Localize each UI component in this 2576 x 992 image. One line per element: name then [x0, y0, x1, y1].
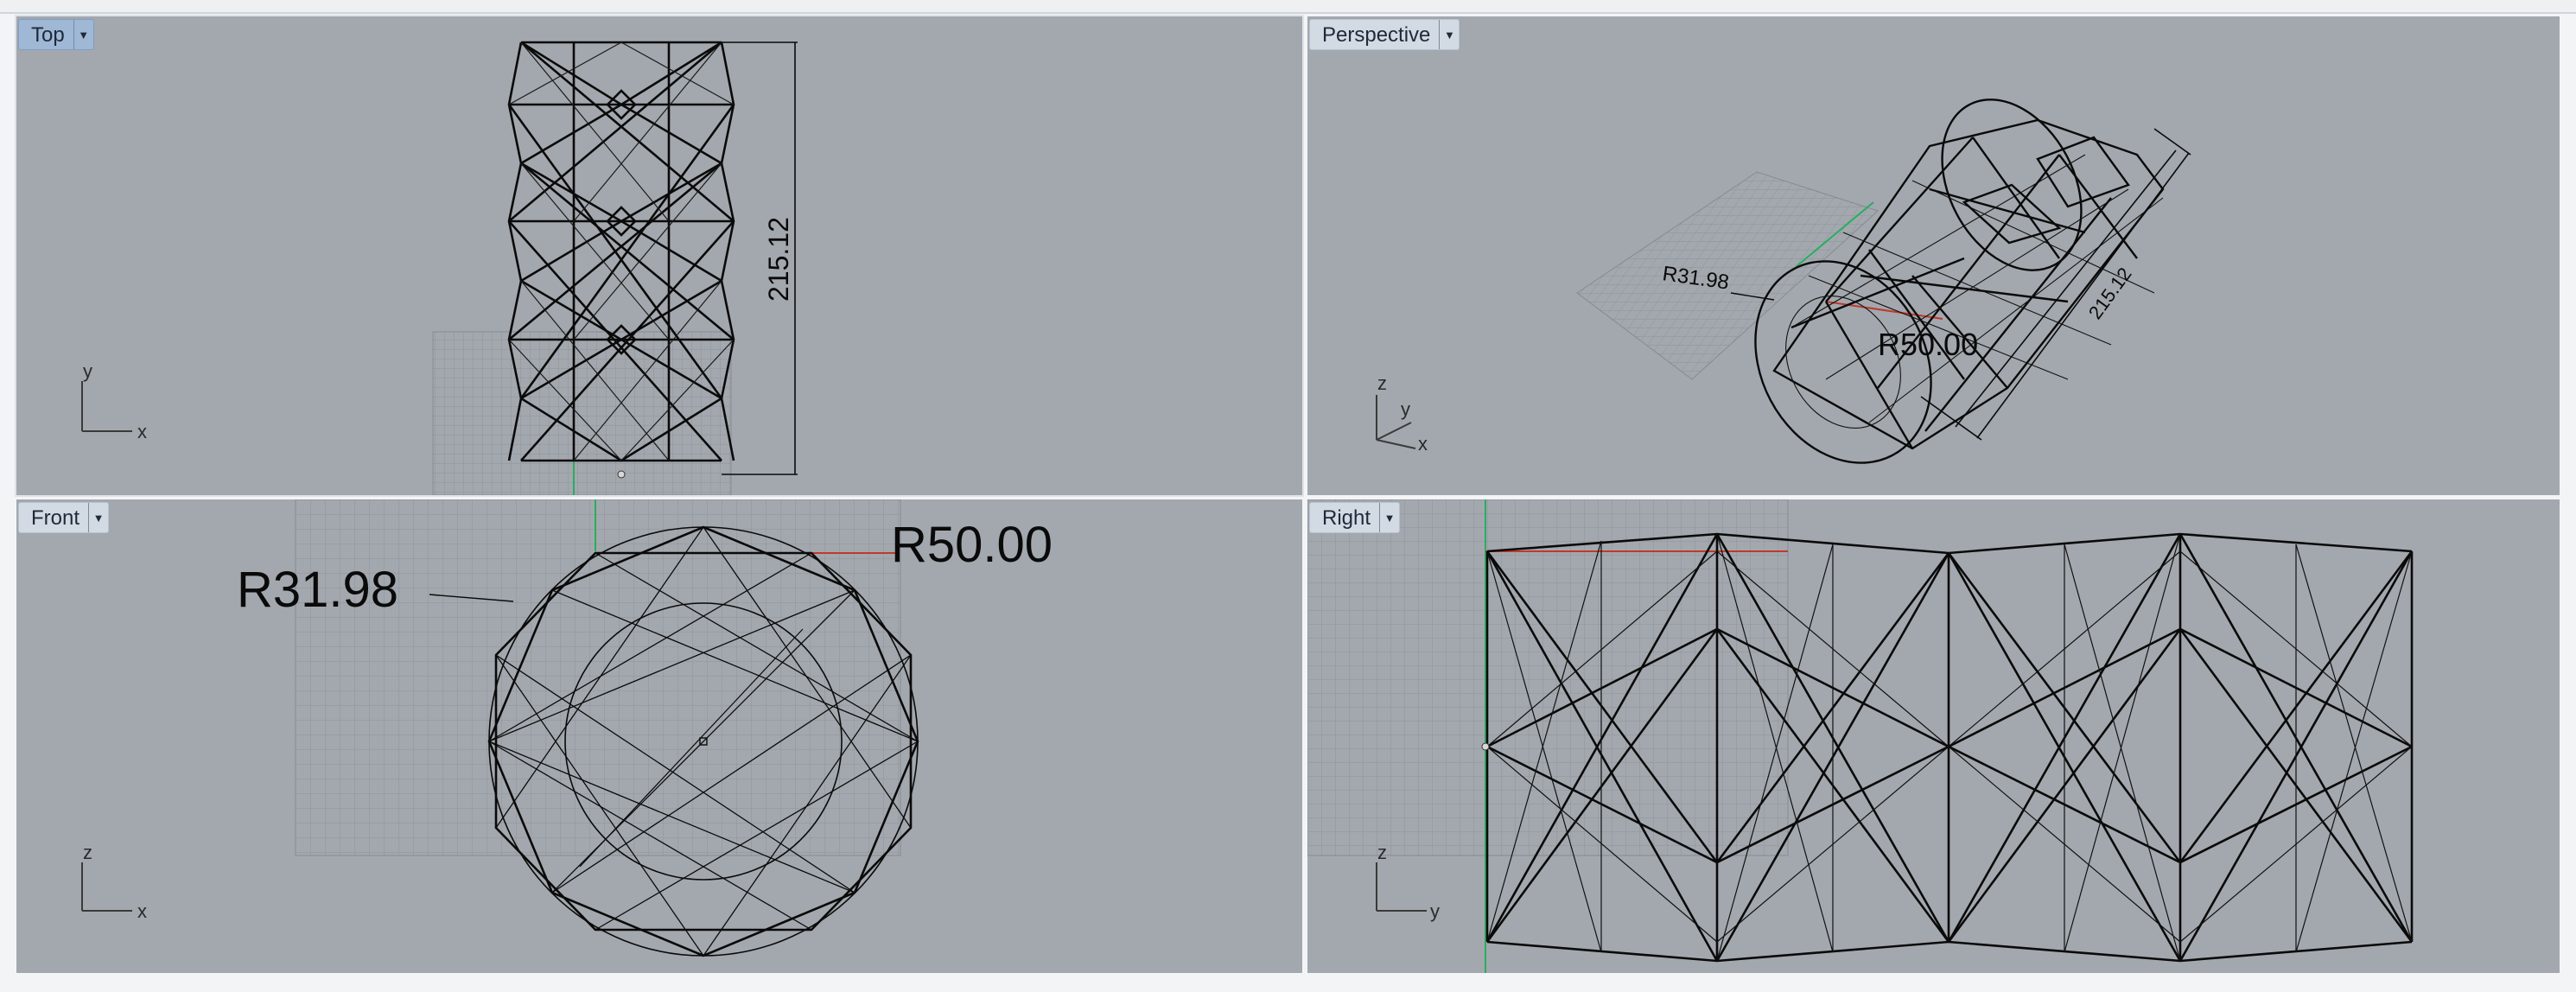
- inner-radius-label: R31.98: [237, 562, 398, 618]
- chevron-down-icon[interactable]: ▼: [1439, 20, 1459, 49]
- chevron-down-icon[interactable]: ▼: [73, 20, 93, 49]
- tab-top-label: Top: [31, 23, 65, 47]
- axis-label-z: z: [83, 842, 92, 863]
- tab-perspective-label: Perspective: [1322, 23, 1431, 47]
- axis-label-z: z: [1377, 372, 1387, 394]
- axis-widget-right: [1376, 862, 1427, 912]
- chevron-down-icon[interactable]: ▼: [88, 503, 108, 532]
- tab-top[interactable]: Top ▼: [18, 19, 94, 50]
- axis-label-x: x: [137, 900, 147, 922]
- axis-label-y: y: [1401, 398, 1410, 420]
- origin-marker: [617, 470, 626, 479]
- chevron-down-icon[interactable]: ▼: [1379, 503, 1399, 532]
- axis-label-x: x: [137, 421, 147, 442]
- axis-label-y: y: [83, 360, 92, 382]
- origin-marker: [1481, 742, 1490, 751]
- top-canvas[interactable]: 215.12 y x: [16, 16, 1302, 495]
- tab-front-label: Front: [31, 506, 80, 530]
- axis-widget-top: [81, 381, 132, 432]
- tab-perspective[interactable]: Perspective ▼: [1309, 19, 1460, 50]
- axis-label-z: z: [1377, 842, 1387, 863]
- axis-label-y: y: [1430, 900, 1440, 922]
- axis-widget-front: [81, 862, 132, 912]
- perspective-outer-radius-label: R50.00: [1878, 327, 1978, 362]
- x-axis-line: [1825, 301, 1943, 320]
- tab-right[interactable]: Right ▼: [1309, 502, 1401, 533]
- tab-right-label: Right: [1322, 506, 1371, 530]
- viewport-front[interactable]: R50.00 R31.98 z x Front ▼: [16, 499, 1302, 973]
- perspective-dimension-line: [1920, 128, 2191, 441]
- tab-front[interactable]: Front ▼: [18, 502, 110, 533]
- axis-label-x: x: [1418, 433, 1428, 455]
- perspective-canvas[interactable]: R31.98 R50.00 215.12 z y x: [1307, 16, 2560, 495]
- dimension-215-text: 215.12: [763, 217, 794, 302]
- construction-grid: [432, 331, 732, 495]
- title-strip: [0, 0, 2576, 14]
- outer-radius-label: R50.00: [891, 517, 1053, 573]
- viewport-top[interactable]: 215.12 y x Top ▼: [15, 15, 1304, 497]
- viewport-perspective[interactable]: R31.98 R50.00 215.12 z y x Perspective ▼: [1307, 16, 2560, 495]
- right-canvas[interactable]: z y: [1307, 499, 2560, 973]
- front-canvas[interactable]: R50.00 R31.98 z x: [16, 499, 1302, 973]
- viewport-right[interactable]: z y Right ▼: [1307, 499, 2560, 973]
